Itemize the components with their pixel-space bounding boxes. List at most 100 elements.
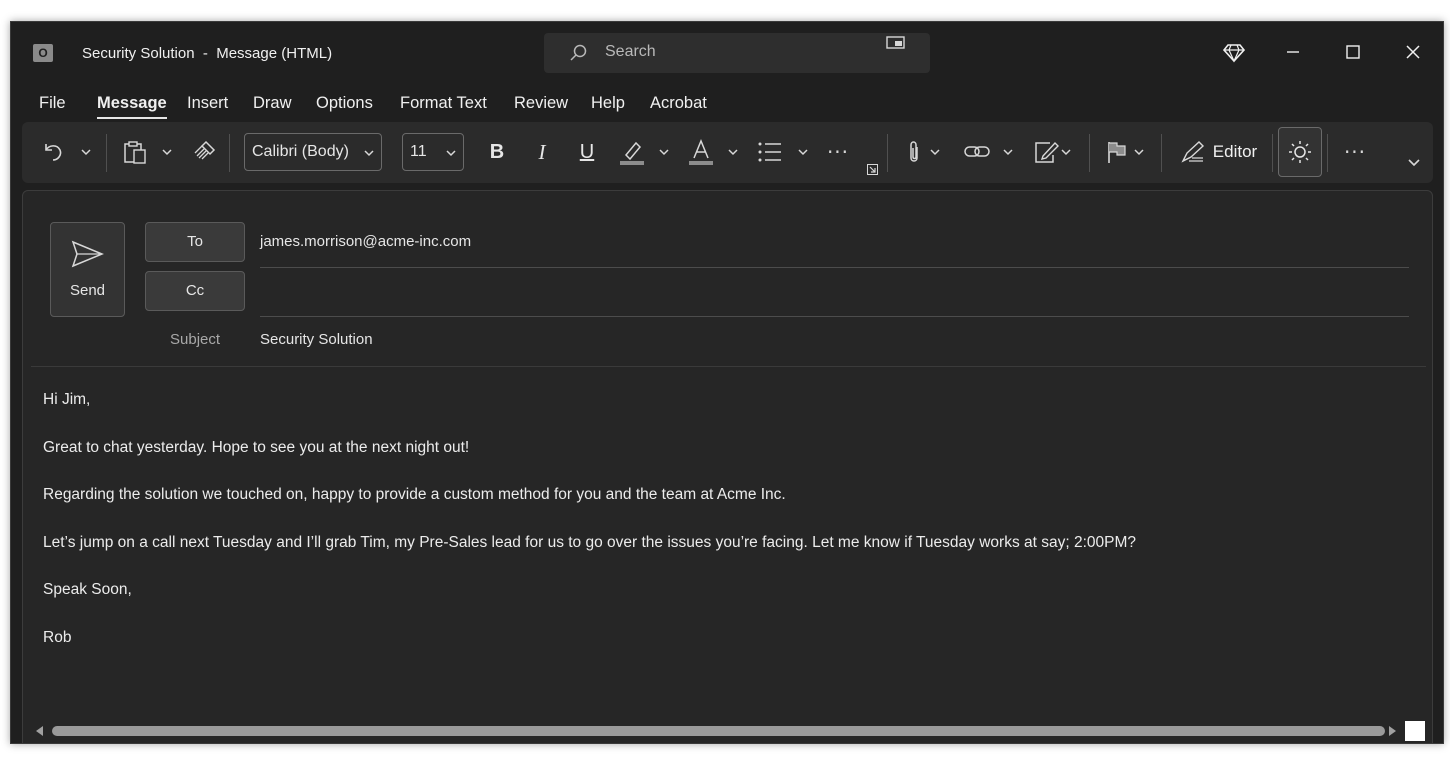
flag-dropdown[interactable] — [1131, 132, 1147, 172]
outlook-app-icon[interactable]: O — [33, 44, 53, 62]
font-color-dropdown[interactable] — [725, 132, 741, 172]
highlighter-icon — [620, 141, 644, 165]
search-box[interactable]: Search — [544, 33, 930, 73]
chevron-down-icon — [1061, 149, 1071, 156]
signature-button[interactable] — [1032, 132, 1060, 172]
chevron-down-icon — [659, 149, 669, 156]
premium-diamond-icon[interactable] — [1223, 41, 1245, 63]
chevron-down-icon — [1003, 149, 1013, 156]
bold-button[interactable]: B — [484, 132, 510, 172]
tab-insert[interactable]: Insert — [187, 94, 228, 113]
font-name-select[interactable]: Calibri (Body) — [244, 133, 382, 171]
chevron-down-icon — [162, 149, 172, 156]
outlook-message-window: O Security Solution - Message (HTML) Sea… — [10, 21, 1444, 744]
maximize-icon[interactable] — [1342, 41, 1364, 63]
link-dropdown[interactable] — [1000, 132, 1016, 172]
send-button[interactable]: Send — [50, 222, 125, 317]
signature-dropdown[interactable] — [1058, 132, 1074, 172]
subject-field[interactable]: Security Solution — [260, 331, 373, 348]
bullets-dropdown[interactable] — [795, 132, 811, 172]
scroll-left-arrow-icon[interactable] — [35, 726, 45, 736]
send-icon — [71, 240, 104, 268]
tab-file[interactable]: File — [39, 94, 66, 113]
more-options-icon: ··· — [826, 140, 850, 164]
tab-review[interactable]: Review — [514, 94, 568, 113]
font-name-value: Calibri (Body) — [252, 143, 349, 160]
scrollbar-corner — [1405, 721, 1425, 741]
to-field[interactable]: james.morrison@acme-inc.com — [260, 233, 1409, 268]
ribbon-separator — [1089, 134, 1090, 172]
coauthoring-icon[interactable] — [886, 35, 906, 51]
undo-icon — [45, 144, 62, 161]
message-body[interactable]: Hi Jim, Great to chat yesterday. Hope to… — [43, 391, 1413, 676]
tab-acrobat[interactable]: Acrobat — [650, 94, 707, 113]
ribbon-separator — [106, 134, 107, 172]
bullet-list-icon — [758, 142, 781, 162]
undo-dropdown[interactable] — [78, 132, 94, 172]
editor-label: Editor — [1212, 142, 1258, 161]
tab-draw[interactable]: Draw — [253, 94, 292, 113]
search-icon — [570, 44, 587, 61]
ribbon-separator — [887, 134, 888, 172]
dialog-launcher-icon[interactable] — [867, 164, 878, 175]
cc-button[interactable]: Cc — [145, 271, 245, 311]
title-bar: O Security Solution - Message (HTML) Sea… — [11, 22, 1443, 84]
font-color-button[interactable] — [687, 132, 715, 172]
chevron-down-icon — [930, 149, 940, 156]
sun-icon — [1289, 141, 1311, 163]
body-line-signoff: Speak Soon, — [43, 581, 132, 598]
link-button[interactable] — [962, 132, 992, 172]
to-recipient: james.morrison@acme-inc.com — [260, 233, 472, 250]
more-formatting-button[interactable]: ··· — [823, 132, 853, 172]
cc-field[interactable] — [260, 282, 1409, 317]
italic-button[interactable]: I — [529, 132, 555, 172]
paste-dropdown[interactable] — [159, 132, 175, 172]
body-line: Great to chat yesterday. Hope to see you… — [43, 438, 470, 456]
header-divider — [31, 366, 1426, 367]
font-size-value: 11 — [410, 143, 427, 160]
underline-button[interactable]: U — [574, 132, 600, 172]
underline-icon: U — [579, 140, 595, 163]
chevron-down-icon — [364, 150, 374, 157]
minimize-icon[interactable] — [1282, 41, 1304, 63]
theme-toggle-button[interactable] — [1278, 127, 1322, 177]
chevron-down-icon — [1134, 149, 1144, 156]
tab-options[interactable]: Options — [316, 94, 373, 113]
body-line: Regarding the solution we touched on, ha… — [43, 486, 786, 503]
editor-pen-icon — [1181, 141, 1204, 163]
highlight-dropdown[interactable] — [656, 132, 672, 172]
highlight-button[interactable] — [618, 132, 646, 172]
font-color-icon — [689, 139, 713, 165]
ribbon-tabs: File Message Insert Draw Options Format … — [11, 84, 1443, 122]
ribbon-separator — [1327, 134, 1328, 172]
format-painter-icon — [194, 140, 216, 160]
horizontal-scrollbar[interactable] — [33, 721, 1396, 741]
clipboard-icon — [124, 141, 146, 164]
scrollbar-thumb[interactable] — [52, 726, 1385, 736]
tab-help[interactable]: Help — [591, 94, 625, 113]
bullets-button[interactable] — [756, 132, 784, 172]
paste-button[interactable] — [120, 132, 150, 172]
tab-format-text[interactable]: Format Text — [400, 94, 487, 113]
send-label: Send — [69, 282, 106, 299]
tab-message[interactable]: Message — [97, 94, 167, 119]
body-line-signature: Rob — [43, 628, 72, 646]
chevron-down-icon — [81, 149, 91, 156]
more-commands-button[interactable]: ··· — [1338, 132, 1372, 172]
bold-icon: B — [489, 140, 505, 163]
scroll-right-arrow-icon[interactable] — [1387, 726, 1397, 736]
follow-up-flag-button[interactable] — [1102, 132, 1132, 172]
italic-icon: I — [538, 139, 546, 164]
ribbon-separator — [1272, 134, 1273, 172]
format-painter-button[interactable] — [190, 132, 220, 172]
attach-file-button[interactable] — [901, 132, 927, 172]
window-title: Security Solution - Message (HTML) — [82, 45, 333, 62]
close-icon[interactable] — [1402, 41, 1424, 63]
body-line: Let’s jump on a call next Tuesday and I’… — [43, 533, 1136, 551]
attach-dropdown[interactable] — [927, 132, 943, 172]
editor-button[interactable]: Editor — [1172, 132, 1264, 172]
font-size-select[interactable]: 11 — [402, 133, 464, 171]
to-button[interactable]: To — [145, 222, 245, 262]
expand-ribbon-button[interactable] — [1405, 142, 1423, 182]
undo-button[interactable] — [38, 132, 68, 172]
